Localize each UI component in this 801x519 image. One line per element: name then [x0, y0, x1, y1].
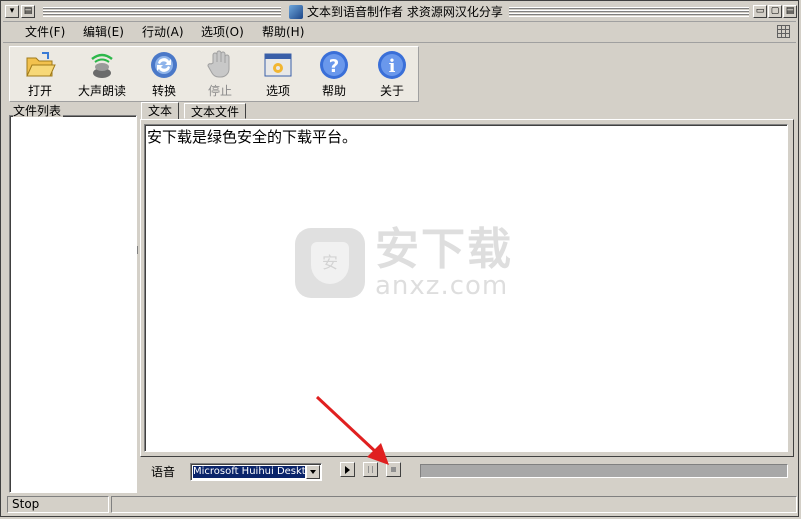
- voice-label: 语音: [151, 465, 176, 479]
- svg-text:?: ?: [329, 56, 339, 77]
- file-list[interactable]: [9, 115, 137, 493]
- options-window-icon: [264, 53, 292, 77]
- stop-button[interactable]: 停止: [192, 49, 248, 99]
- text-editor[interactable]: 安下载是绿色安全的下载平台。 安 安下载 anxz.com: [144, 124, 788, 452]
- voice-selected-value: Microsoft Huihui Desktop: [193, 466, 305, 478]
- file-list-title: 文件列表: [13, 104, 64, 118]
- about-button[interactable]: i 关于: [364, 49, 420, 99]
- maximize-button[interactable]: ▢: [768, 5, 782, 18]
- tab-text[interactable]: 文本: [141, 102, 180, 120]
- watermark-cn: 安下载: [375, 224, 513, 275]
- app-icon: [289, 5, 303, 19]
- svg-text:i: i: [389, 56, 396, 77]
- progress-bar: [420, 464, 788, 478]
- file-list-panel: 文件列表: [7, 104, 137, 493]
- system-menu-button[interactable]: ▾: [5, 5, 19, 18]
- stop-hand-icon: [207, 50, 230, 78]
- open-button[interactable]: 打开: [12, 49, 68, 99]
- title-stripes-left: [43, 7, 281, 17]
- read-aloud-button[interactable]: 大声朗读: [74, 49, 130, 99]
- help-button[interactable]: ? 帮助: [306, 49, 362, 99]
- app-window: ▾ ▤ 文本到语音制作者 求资源网汉化分享 ▭ ▢ ▤ 文件(F) 编辑(E) …: [0, 0, 799, 517]
- menu-help[interactable]: 帮助(H): [262, 24, 304, 40]
- tab-text-file[interactable]: 文本文件: [184, 103, 247, 119]
- minimize-button[interactable]: ▭: [753, 5, 767, 18]
- voice-dropdown[interactable]: Microsoft Huihui Desktop: [190, 463, 322, 481]
- watermark-en: anxz.com: [375, 271, 509, 301]
- grid-icon[interactable]: [777, 25, 790, 38]
- open-folder-icon: [26, 52, 56, 77]
- info-icon: i: [378, 51, 406, 79]
- menu-edit[interactable]: 编辑(E): [83, 24, 124, 40]
- toolbar: 打开 大声朗读 转换 停止 选项 ? 帮助 i 关于: [9, 46, 419, 102]
- status-text: Stop: [7, 496, 109, 513]
- speaker-icon: [91, 53, 113, 78]
- menu-options[interactable]: 选项(O): [201, 24, 244, 40]
- convert-icon: [151, 52, 177, 78]
- menu-file[interactable]: 文件(F): [25, 24, 65, 40]
- watermark: 安 安下载 anxz.com: [295, 227, 513, 299]
- editor-content: 安下载是绿色安全的下载平台。: [147, 128, 358, 146]
- menu-bar: 文件(F) 编辑(E) 行动(A) 选项(O) 帮助(H): [3, 22, 796, 43]
- watermark-badge: 安: [311, 242, 349, 284]
- sys-menu-icon[interactable]: ▤: [21, 5, 35, 18]
- title-bar[interactable]: ▾ ▤ 文本到语音制作者 求资源网汉化分享 ▭ ▢ ▤: [3, 3, 797, 22]
- red-arrow-annotation: [315, 395, 389, 465]
- window-title-text: 文本到语音制作者 求资源网汉化分享: [307, 5, 503, 19]
- help-icon: ?: [320, 51, 348, 79]
- close-button[interactable]: ▤: [783, 5, 797, 18]
- menu-action[interactable]: 行动(A): [142, 24, 184, 40]
- status-panel-2: [111, 496, 797, 513]
- status-bar: Stop: [3, 495, 797, 515]
- convert-button[interactable]: 转换: [136, 49, 192, 99]
- options-button[interactable]: 选项: [250, 49, 306, 99]
- window-title: 文本到语音制作者 求资源网汉化分享: [285, 4, 507, 20]
- title-stripes-right: [509, 7, 749, 17]
- text-panel: 安下载是绿色安全的下载平台。 安 安下载 anxz.com: [140, 119, 794, 457]
- watermark-shield-icon: 安: [295, 228, 365, 298]
